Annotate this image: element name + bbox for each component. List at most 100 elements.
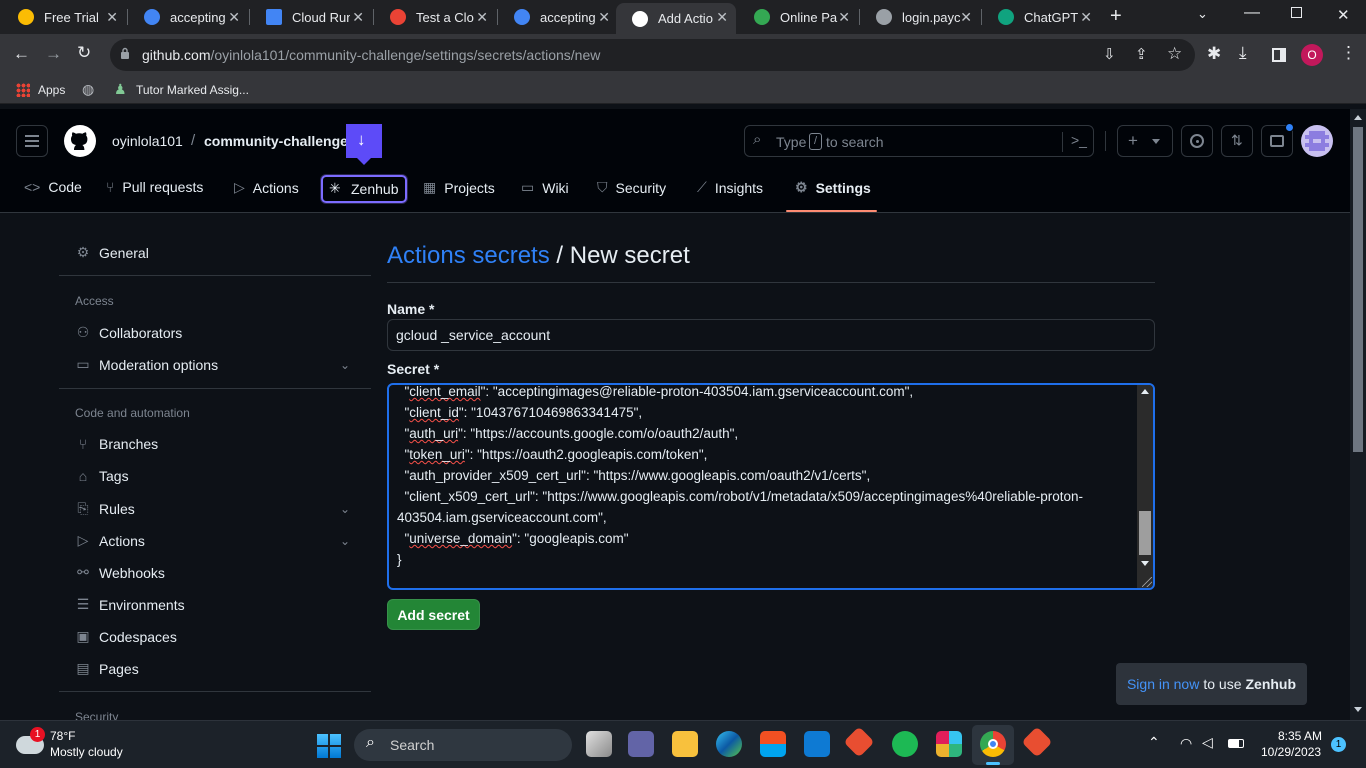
scrollbar-thumb[interactable] xyxy=(1139,511,1151,555)
hamburger-menu-button[interactable] xyxy=(16,125,48,157)
breadcrumb-link[interactable]: Actions secrets xyxy=(387,242,550,269)
repo-owner-link[interactable]: oyinlola101 xyxy=(112,133,183,149)
plus-icon[interactable]: + xyxy=(1110,5,1122,28)
close-icon[interactable]: ✕ xyxy=(960,9,972,26)
tab-code[interactable]: <> Code xyxy=(24,179,82,195)
tab-pull-requests[interactable]: ⑂ Pull requests xyxy=(106,179,203,195)
user-avatar[interactable] xyxy=(1301,125,1333,157)
sidebar-item-codespaces[interactable]: ▣ Codespaces xyxy=(75,628,176,645)
resize-handle-icon[interactable] xyxy=(1142,577,1152,587)
windows-start-icon[interactable] xyxy=(317,734,341,758)
browser-tab[interactable]: login.payc ✕ xyxy=(860,3,980,31)
globe-icon[interactable]: ◍ xyxy=(82,81,94,98)
back-icon[interactable]: ← xyxy=(13,44,30,64)
issues-button[interactable] xyxy=(1181,125,1213,157)
scroll-up-icon[interactable] xyxy=(1141,389,1149,394)
sidebar-item-moderation[interactable]: ▭ Moderation options xyxy=(75,356,218,373)
chevron-up-icon[interactable]: ⌃ xyxy=(1148,734,1160,751)
scrollbar-thumb[interactable] xyxy=(1353,127,1363,452)
zenhub-download-button[interactable]: ↓ xyxy=(346,124,382,158)
battery-icon[interactable] xyxy=(1228,739,1244,748)
weather-desc[interactable]: Mostly cloudy xyxy=(50,745,123,759)
close-icon[interactable]: ✕ xyxy=(228,9,240,26)
sidebar-item-webhooks[interactable]: ⚯ Webhooks xyxy=(75,564,165,581)
scroll-down-icon[interactable] xyxy=(1354,707,1362,712)
file-explorer-icon[interactable] xyxy=(672,731,698,757)
tab-insights[interactable]: ⟋ Insights xyxy=(697,179,763,196)
sidebar-item-pages[interactable]: ▤ Pages xyxy=(75,660,138,677)
chevron-down-icon[interactable]: ⌄ xyxy=(1197,6,1208,22)
git-icon[interactable] xyxy=(843,726,875,758)
sidebar-item-collaborators[interactable]: ⚇ Collaborators xyxy=(75,324,183,341)
textarea-scrollbar[interactable] xyxy=(1137,385,1153,588)
close-icon[interactable]: ✕ xyxy=(106,9,118,26)
github-logo-icon[interactable] xyxy=(64,125,96,157)
notification-badge[interactable]: 1 xyxy=(1331,737,1346,752)
browser-tab[interactable]: ChatGPT ✕ xyxy=(982,3,1100,31)
browser-tab[interactable]: Test a Clo ✕ xyxy=(374,3,496,31)
sidebar-item-actions[interactable]: ▷ Actions xyxy=(75,532,145,549)
page-scrollbar[interactable] xyxy=(1350,109,1366,720)
secret-value-textarea[interactable]: "client_email": "acceptingimages@reliabl… xyxy=(387,383,1155,590)
reload-icon[interactable]: ↻ xyxy=(77,43,91,63)
slack-icon[interactable] xyxy=(936,731,962,757)
close-icon[interactable]: ✕ xyxy=(838,9,850,26)
task-view-icon[interactable] xyxy=(586,731,612,757)
close-icon[interactable]: ✕ xyxy=(1080,9,1092,26)
browser-tab-active[interactable]: Add Actio ✕ xyxy=(616,3,736,34)
browser-tab[interactable]: Free Trial ✕ xyxy=(2,3,126,31)
sidebar-item-general[interactable]: ⚙ General xyxy=(75,244,149,261)
share-icon[interactable]: ⇪ xyxy=(1135,45,1148,63)
spotify-icon[interactable] xyxy=(892,731,918,757)
edge-icon[interactable] xyxy=(716,731,742,757)
browser-tab[interactable]: accepting ✕ xyxy=(498,3,618,31)
forward-icon[interactable]: → xyxy=(45,44,62,64)
command-palette-icon[interactable]: >_ xyxy=(1071,132,1087,148)
tab-security[interactable]: ⛉ Security xyxy=(597,179,666,196)
secret-name-input[interactable] xyxy=(387,319,1155,351)
minimize-icon[interactable]: — xyxy=(1244,4,1260,22)
sidebar-item-environments[interactable]: ☰ Environments xyxy=(75,596,185,613)
wifi-icon[interactable]: ◠ xyxy=(1180,735,1192,752)
close-icon[interactable]: ✕ xyxy=(352,9,364,26)
sign-in-link[interactable]: Sign in now xyxy=(1127,676,1199,692)
restore-icon[interactable] xyxy=(1291,7,1302,18)
sidebar-item-branches[interactable]: ⑂ Branches xyxy=(75,436,158,452)
clock-date[interactable]: 10/29/2023 xyxy=(1261,745,1321,759)
side-panel-icon[interactable] xyxy=(1272,48,1286,62)
browser-tab[interactable]: accepting ✕ xyxy=(128,3,248,31)
volume-icon[interactable]: ◁ xyxy=(1202,734,1213,751)
tab-zenhub[interactable]: ✳ Zenhub xyxy=(321,175,407,203)
tab-actions[interactable]: ▷ Actions xyxy=(234,179,299,196)
tab-projects[interactable]: ▦ Projects xyxy=(423,179,495,196)
bookmark-tutor[interactable]: Tutor Marked Assig... xyxy=(136,83,249,97)
chrome-taskbar-active[interactable] xyxy=(972,725,1014,765)
git-gui-icon[interactable] xyxy=(1021,726,1053,758)
scroll-down-icon[interactable] xyxy=(1141,561,1149,566)
sidebar-item-tags[interactable]: ⌂ Tags xyxy=(75,468,129,484)
search-input[interactable]: ⌕ Type / to search >_ xyxy=(744,125,1094,157)
store-icon[interactable] xyxy=(760,731,786,757)
address-bar[interactable]: github.com/oyinlola101/community-challen… xyxy=(110,39,1195,71)
taskbar-search[interactable]: ⌕ Search xyxy=(354,729,572,761)
add-secret-button[interactable]: Add secret xyxy=(387,599,480,630)
bookmark-apps[interactable]: Apps xyxy=(38,83,65,97)
browser-tab[interactable]: Cloud Run ✕ xyxy=(250,3,372,31)
close-window-icon[interactable]: ✕ xyxy=(1337,6,1350,24)
teams-meet-icon[interactable] xyxy=(628,731,654,757)
close-icon[interactable]: ✕ xyxy=(716,9,728,26)
tab-wiki[interactable]: ▭ Wiki xyxy=(521,179,569,196)
sidebar-item-rules[interactable]: ⎘ Rules xyxy=(75,500,134,517)
clock-time[interactable]: 8:35 AM xyxy=(1278,729,1322,743)
download-icon[interactable]: ⤓ xyxy=(1239,43,1247,63)
close-icon[interactable]: ✕ xyxy=(476,9,488,26)
browser-tab[interactable]: Online Pa ✕ xyxy=(738,3,858,31)
create-new-button[interactable]: + xyxy=(1117,125,1173,157)
close-icon[interactable]: ✕ xyxy=(598,9,610,26)
extensions-icon[interactable]: ✱ xyxy=(1207,44,1221,64)
repo-name-link[interactable]: community-challenge xyxy=(204,133,348,149)
vscode-icon[interactable] xyxy=(804,731,830,757)
scroll-up-icon[interactable] xyxy=(1354,115,1362,120)
weather-temp[interactable]: 78°F xyxy=(50,729,75,743)
chevron-down-icon[interactable]: ⌄ xyxy=(340,502,350,516)
